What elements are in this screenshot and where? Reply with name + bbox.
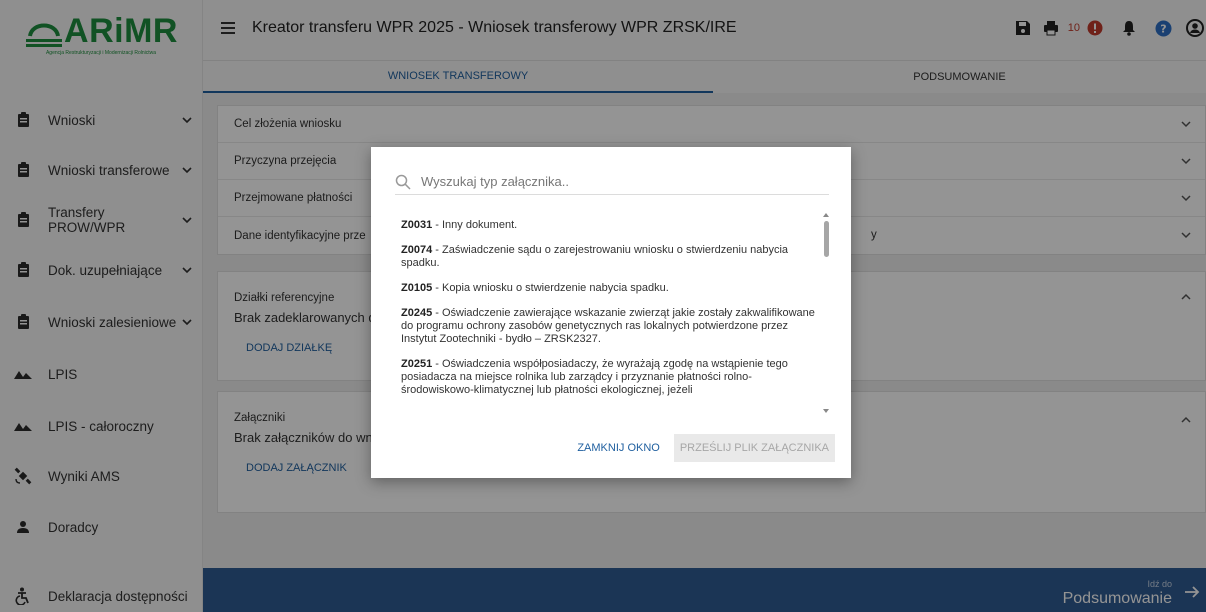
scroll-down-arrow-icon[interactable]	[823, 409, 829, 413]
close-dialog-button[interactable]: ZAMKNIJ OKNO	[567, 434, 670, 462]
attachment-code: Z0105	[401, 282, 433, 294]
attachment-description: - Oświadczenia współposiadaczy, że wyraż…	[401, 358, 788, 396]
attachment-type-list: Z0031 - Inny dokument. Z0074 - Zaświadcz…	[401, 219, 821, 415]
attachment-search-input[interactable]	[421, 174, 829, 189]
attachment-description: - Zaświadczenie sądu o zarejestrowaniu w…	[401, 244, 789, 269]
list-item[interactable]: Z0245 - Oświadczenie zawierające wskazan…	[401, 307, 821, 346]
scrollbar-thumb[interactable]	[824, 221, 829, 257]
attachment-code: Z0074	[401, 244, 433, 256]
list-item[interactable]: Z0074 - Zaświadczenie sądu o zarejestrow…	[401, 244, 821, 270]
attachment-description: - Kopia wniosku o stwierdzenie nabycia s…	[432, 282, 669, 294]
search-icon	[395, 174, 411, 190]
attachment-type-dialog: Z0031 - Inny dokument. Z0074 - Zaświadcz…	[371, 147, 851, 478]
attachment-description: - Inny dokument.	[432, 219, 518, 231]
list-item[interactable]: Z0031 - Inny dokument.	[401, 219, 821, 232]
attachment-code: Z0031	[401, 219, 433, 231]
upload-attachment-button[interactable]: PRZEŚLIJ PLIK ZAŁĄCZNIKA	[673, 434, 835, 462]
search-field	[395, 169, 829, 195]
dialog-actions: ZAMKNIJ OKNO PRZEŚLIJ PLIK ZAŁĄCZNIKA	[567, 434, 835, 462]
attachment-code: Z0245	[401, 307, 433, 319]
list-scrollbar[interactable]	[822, 213, 830, 413]
attachment-code: Z0251	[401, 358, 433, 370]
scroll-up-arrow-icon[interactable]	[823, 213, 829, 217]
attachment-description: - Oświadczenie zawierające wskazanie zwi…	[401, 307, 815, 345]
list-item[interactable]: Z0105 - Kopia wniosku o stwierdzenie nab…	[401, 282, 821, 295]
list-item[interactable]: Z0251 - Oświadczenia współposiadaczy, że…	[401, 358, 821, 397]
